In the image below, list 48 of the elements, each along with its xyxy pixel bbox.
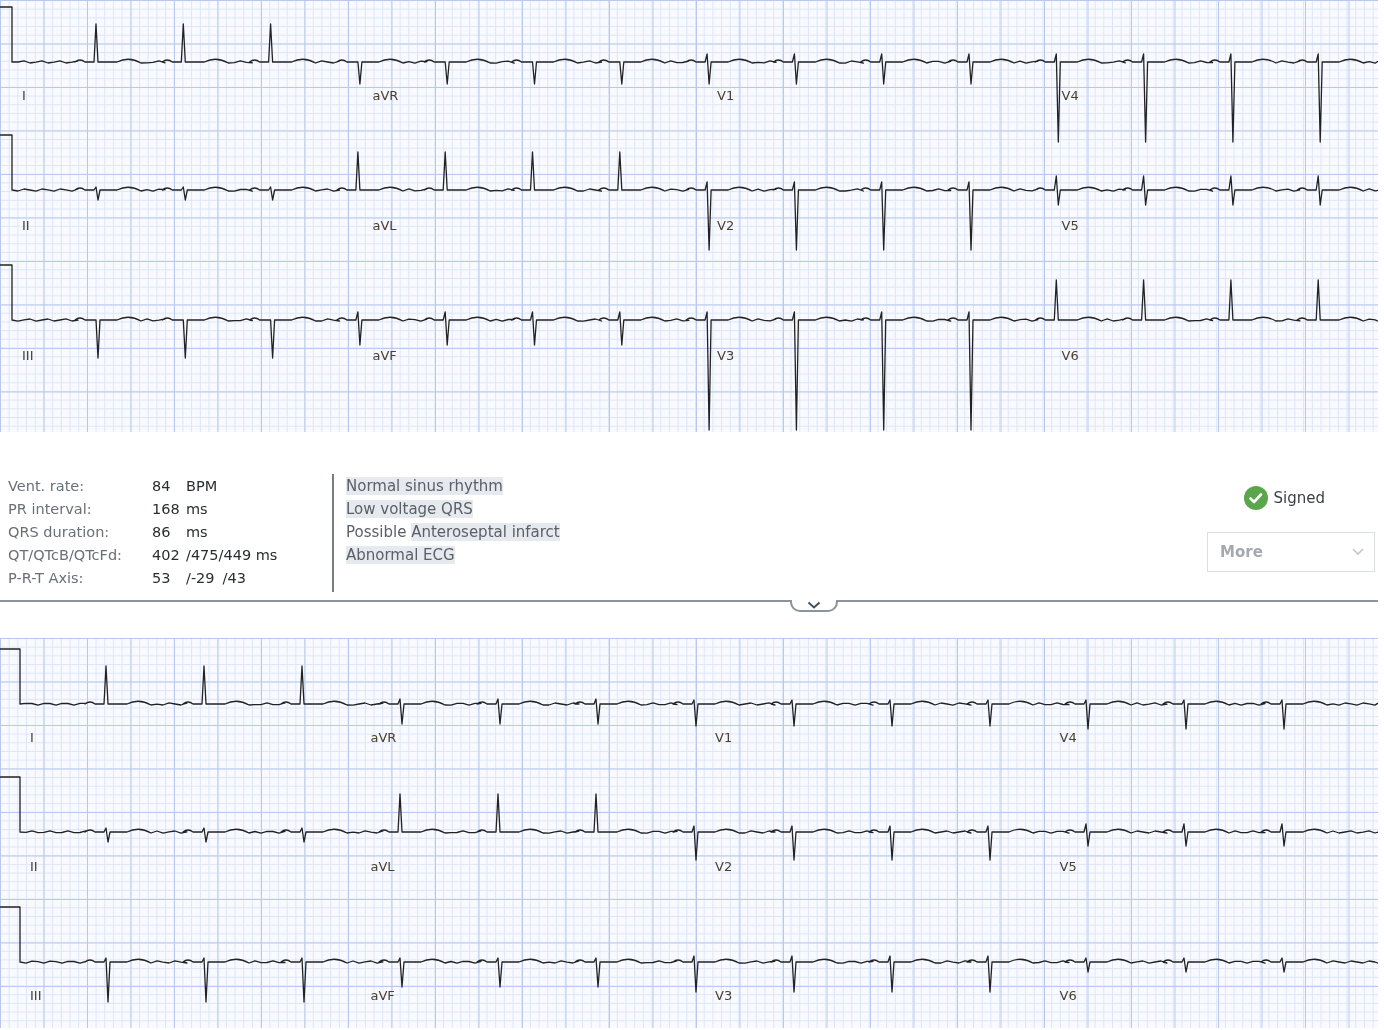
lead-label: V6 (1061, 348, 1079, 363)
lead-label: V1 (715, 730, 733, 745)
measurement-value: 84 (152, 477, 172, 494)
lead-label: I (30, 730, 34, 745)
status-label: Signed (1273, 489, 1325, 507)
lead-label: aVL (370, 859, 395, 874)
lead-label: V6 (1059, 988, 1077, 1003)
lead-label: V1 (717, 88, 735, 103)
measurement-value: ms (186, 523, 208, 540)
lead-label: aVL (372, 218, 397, 233)
measurement-value: 86 (152, 523, 172, 540)
measurement-value: 53 (152, 570, 172, 587)
interpretation-statement: Abnormal ECG (346, 545, 456, 567)
lead-label: aVR (372, 88, 399, 103)
measurement-value: ms (186, 500, 208, 517)
interpretation-statement: Normal sinus rhythm (346, 475, 504, 497)
chevron-down-icon (807, 601, 821, 609)
lead-label: V5 (1059, 859, 1077, 874)
lead-label: III (22, 348, 34, 363)
measurement-value: /475/449 ms (186, 547, 278, 564)
lead-label: III (30, 988, 42, 1003)
lead-label: V3 (715, 988, 733, 1003)
lead-label: V5 (1061, 218, 1079, 233)
lead-label: aVF (372, 348, 397, 363)
measurement-value: BPM (186, 477, 218, 494)
measurement-label: Vent. rate: (8, 477, 86, 494)
measurement-value: /-29 (186, 570, 215, 587)
measurement-value: 402 (152, 547, 178, 564)
measurement-value: 168 (152, 500, 178, 517)
lead-label: V3 (717, 348, 735, 363)
lead-label: I (22, 88, 26, 103)
measurement-label: QRS duration: (8, 523, 111, 540)
lead-label: V4 (1061, 88, 1079, 103)
lead-label: V2 (715, 859, 733, 874)
interpretation-statement: Possible Anteroseptal infarct (346, 521, 561, 543)
measurement-label: PR interval: (8, 500, 93, 517)
lead-label: II (22, 218, 30, 233)
lead-label: V2 (717, 218, 735, 233)
lead-label: II (30, 859, 38, 874)
caret-icon (1352, 548, 1364, 556)
interpretation-statement: Low voltage QRS (346, 498, 474, 520)
measurement-label: P-R-T Axis: (8, 570, 85, 587)
collapse-toggle[interactable] (790, 600, 838, 612)
measurement-label: QT/QTcB/QTcFd: (8, 547, 123, 564)
measurement-value: /43 (222, 570, 246, 587)
lead-label: aVF (370, 988, 395, 1003)
lead-label: V4 (1059, 730, 1077, 745)
lead-label: aVR (370, 730, 397, 745)
